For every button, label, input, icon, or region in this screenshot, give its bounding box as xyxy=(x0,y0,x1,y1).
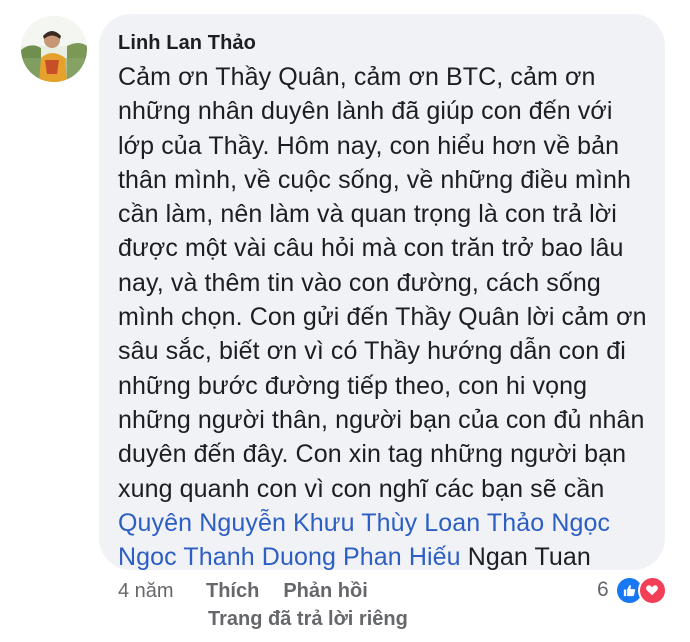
comment-line: được một vài câu hỏi mà con trăn trở bao… xyxy=(118,234,624,263)
private-reply-note[interactable]: Trang đã trả lời riêng xyxy=(208,606,408,632)
tagged-user-link[interactable]: Phan Hiếu xyxy=(343,543,461,571)
comment-line: nay, và thêm tin vào con đường, cách sốn… xyxy=(118,268,601,297)
comment-line: những bước đường tiếp theo, con hi vọng xyxy=(118,371,588,400)
comment-line: xung quanh con vì con nghĩ các bạn sẽ cầ… xyxy=(118,474,605,503)
comment-author-name[interactable]: Linh Lan Thảo xyxy=(118,29,647,57)
comment-line: những người thân, người bạn của con đủ n… xyxy=(118,405,645,434)
comment-line: cần làm, nên làm và quan trọng là con tr… xyxy=(118,200,617,229)
comment-actions: 4 năm Thích Phản hồi xyxy=(118,578,392,604)
tagged-user-link[interactable]: Quyên Nguyễn xyxy=(118,509,286,537)
comment-line: duyên đến đây. Con xin tag những người b… xyxy=(118,440,627,469)
comment-line: mình chọn. Con gửi đến Thầy Quân lời cảm… xyxy=(118,303,647,332)
comment-line: sâu sắc, biết ơn vì có Thầy hướng dẫn co… xyxy=(118,337,626,366)
reaction-summary[interactable]: 6 xyxy=(597,575,667,605)
comment-timestamp[interactable]: 4 năm xyxy=(118,578,206,604)
comment-line: lớp của Thầy. Hôm nay, con hiểu hơn về b… xyxy=(118,131,620,160)
reaction-count: 6 xyxy=(597,578,609,601)
tagged-users-line: Quyên Nguyễn Khưu Thùy Loan Thảo Ngọc xyxy=(118,506,647,540)
tagged-user-link[interactable]: Ngoc Thanh Duong xyxy=(118,543,336,571)
love-icon xyxy=(637,575,667,605)
avatar-photo xyxy=(21,16,87,82)
reply-button[interactable]: Phản hồi xyxy=(283,580,367,602)
like-button[interactable]: Thích xyxy=(206,580,259,602)
comment-line: thân mình, về cuộc sống, về những điều m… xyxy=(118,165,632,194)
tagged-users-line: Ngoc Thanh Duong Phan Hiếu Ngan Tuan xyxy=(118,540,647,574)
comment-line: Cảm ơn Thầy Quân, cảm ơn BTC, cảm ơn xyxy=(118,63,596,91)
comment-body: Cảm ơn Thầy Quân, cảm ơn BTC, cảm ơn nhữ… xyxy=(118,60,647,574)
tagged-user-link[interactable]: Khưu Thùy Loan xyxy=(293,509,480,537)
comment-line: những nhân duyên lành đã giúp con đến vớ… xyxy=(118,97,613,126)
comment-bubble: Linh Lan Thảo Cảm ơn Thầy Quân, cảm ơn B… xyxy=(99,14,665,571)
tagged-user-link[interactable]: Thảo Ngọc xyxy=(487,509,610,537)
untagged-name: Ngan Tuan xyxy=(467,543,591,572)
avatar[interactable] xyxy=(21,16,87,82)
